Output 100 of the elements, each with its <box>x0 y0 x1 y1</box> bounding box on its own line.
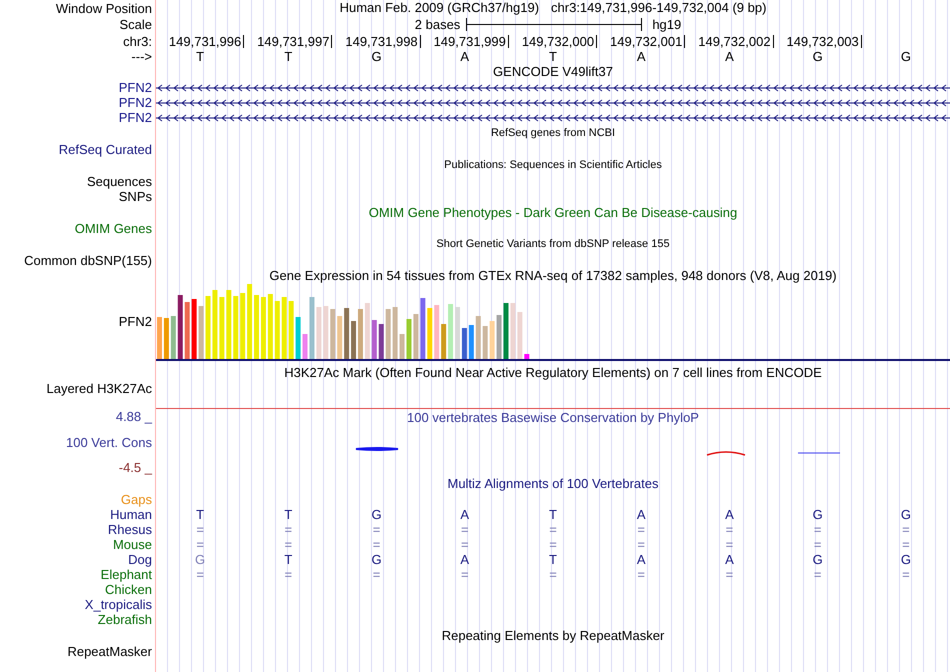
track-title: OMIM Gene Phenotypes - Dark Green Can Be Disease-causing <box>368 204 738 222</box>
alignment-base: = <box>902 567 910 582</box>
track-label[interactable]: Dog <box>128 552 152 567</box>
position-text: chr3:149,731,996-149,732,004 (9 bp) <box>551 0 766 18</box>
alignment-base: = <box>196 537 204 552</box>
track-label[interactable]: Rhesus <box>108 522 152 537</box>
sequence-base: A <box>725 49 734 64</box>
conservation-wiggle-drawing <box>355 446 399 452</box>
alignment-base: A <box>460 552 470 567</box>
alignment-base: A <box>460 507 470 522</box>
track-title: GENCODE V49lift37 <box>493 63 613 82</box>
alignment-base: = <box>726 522 734 537</box>
sequence-base: T <box>549 49 557 64</box>
alignment-base: = <box>372 537 380 552</box>
track-label[interactable]: SNPs <box>118 189 152 204</box>
row-label[interactable]: Window Position <box>56 0 152 16</box>
track-label[interactable]: OMIM Genes <box>74 221 152 236</box>
sequence-base: G <box>812 49 823 64</box>
track-label[interactable]: RefSeq Curated <box>58 142 152 157</box>
alignment-base: G <box>371 552 382 567</box>
track-label[interactable]: Human <box>110 507 152 522</box>
track-label[interactable]: Chicken <box>105 582 152 597</box>
alignment-base: = <box>637 567 646 582</box>
alignment-base: = <box>549 522 557 537</box>
track-label[interactable]: Common dbSNP(155) <box>24 253 152 268</box>
sequence-base: A <box>636 49 646 64</box>
alignment-base: G <box>900 507 911 522</box>
alignment-base: = <box>460 567 469 582</box>
coordinate-tick: 149,732,001 <box>610 34 686 48</box>
coordinate-tick: 149,731,996 <box>168 34 244 48</box>
alignment-base: T <box>549 552 557 567</box>
alignment-base: = <box>549 537 557 552</box>
sequence-base: T <box>284 49 292 64</box>
alignment-base: = <box>196 522 204 537</box>
alignment-base: = <box>814 567 822 582</box>
scale-db-text: hg19 <box>652 16 682 34</box>
track-title: Publications: Sequences in Scientific Articles <box>444 158 662 174</box>
gene-label[interactable]: PFN2 <box>118 95 152 110</box>
track-title: RefSeq genes from NCBI <box>490 126 616 142</box>
alignment-base: = <box>460 537 469 552</box>
track-title: Gene Expression in 54 tissues from GTEx RNA-seq of 17382 samples, 948 donors (V8, Aug 2019) <box>269 267 837 286</box>
coordinate-tick: 149,732,003 <box>786 34 862 48</box>
row-label[interactable]: ---> <box>131 49 152 64</box>
alignment-base: = <box>372 522 380 537</box>
track-title: Repeating Elements by RepeatMasker <box>442 626 664 645</box>
alignment-base: T <box>284 507 292 522</box>
alignment-base: = <box>726 567 734 582</box>
coordinate-tick: 149,732,002 <box>698 34 774 48</box>
gene-label[interactable]: PFN2 <box>118 80 152 95</box>
alignment-base: A <box>636 507 646 522</box>
alignment-base: = <box>549 567 557 582</box>
track-label[interactable]: X_tropicalis <box>84 597 152 612</box>
track-label[interactable]: Layered H3K27Ac <box>46 381 152 396</box>
track-title: H3K27Ac Mark (Often Found Near Active Regulatory Elements) on 7 cell lines from ENCODE <box>284 364 822 382</box>
sequence-base: A <box>460 49 470 64</box>
track-label[interactable]: RepeatMasker <box>67 644 152 659</box>
alignment-base: = <box>284 522 292 537</box>
track-title: Multiz Alignments of 100 Vertebrates <box>447 475 658 494</box>
alignment-base: = <box>637 537 646 552</box>
track-label[interactable]: Sequences <box>86 174 152 189</box>
alignment-base: G <box>195 552 206 567</box>
alignment-base: T <box>196 507 204 522</box>
track-label[interactable]: 100 Vert. Cons <box>66 434 152 450</box>
alignment-base: = <box>372 567 380 582</box>
assembly-text: Human Feb. 2009 (GRCh37/hg19) <box>340 0 540 18</box>
gene-label[interactable]: PFN2 <box>118 110 152 125</box>
alignment-base: A <box>725 552 734 567</box>
track-label[interactable]: Zebrafish <box>98 612 152 627</box>
alignment-base: = <box>726 537 734 552</box>
alignment-base: = <box>460 522 469 537</box>
axis-max-label: 4.88 _ <box>116 409 152 424</box>
track-label[interactable]: PFN2 <box>118 314 152 329</box>
alignment-base: = <box>284 567 292 582</box>
axis-min-label: -4.5 _ <box>118 460 152 475</box>
alignment-base: G <box>812 552 823 567</box>
alignment-base: A <box>636 552 646 567</box>
track-title: Short Genetic Variants from dbSNP release 155 <box>436 237 670 252</box>
sequence-base: T <box>196 49 204 64</box>
coordinate-tick: 149,731,999 <box>434 34 509 48</box>
conservation-wiggle-drawing <box>706 449 746 456</box>
row-label[interactable]: Scale <box>119 17 152 32</box>
alignment-base: T <box>284 552 292 567</box>
alignment-base: = <box>814 522 822 537</box>
alignment-base: = <box>196 567 204 582</box>
sequence-base: G <box>900 49 911 64</box>
alignment-base: A <box>725 507 734 522</box>
coordinate-tick: 149,731,997 <box>257 34 332 48</box>
alignment-base: = <box>902 522 910 537</box>
alignment-base: = <box>814 537 822 552</box>
row-label[interactable]: chr3: <box>123 34 152 48</box>
coordinate-tick: 149,732,000 <box>522 34 598 48</box>
alignment-base: = <box>902 537 910 552</box>
track-title: 100 vertebrates Basewise Conservation by PhyloP <box>407 408 699 427</box>
track-label[interactable]: Mouse <box>112 537 152 552</box>
alignment-base: G <box>371 507 382 522</box>
alignment-base: = <box>284 537 292 552</box>
alignment-base: G <box>900 552 911 567</box>
track-label[interactable]: Elephant <box>100 567 152 582</box>
sequence-base: G <box>371 49 382 64</box>
coordinate-tick: 149,731,998 <box>345 34 421 48</box>
